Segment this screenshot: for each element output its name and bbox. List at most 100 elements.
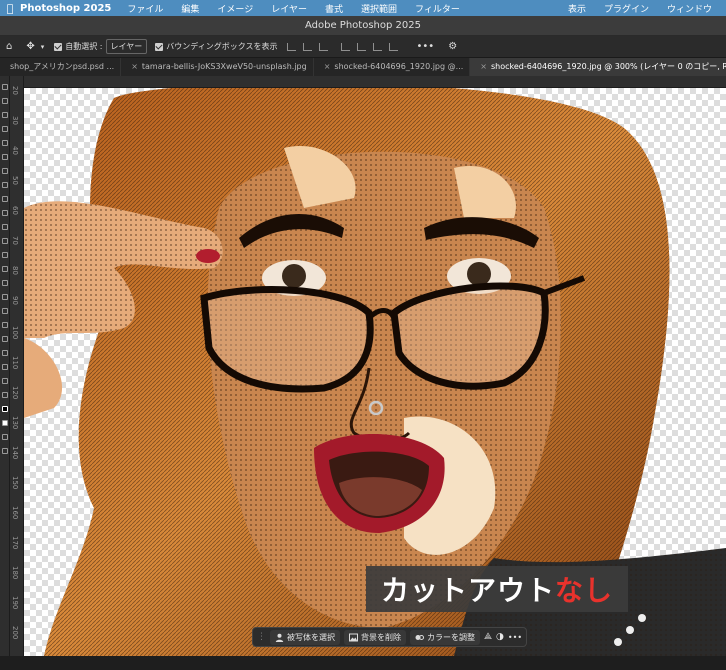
menu-select[interactable]: 選択範囲 — [361, 2, 397, 15]
crop-tool-icon[interactable] — [1, 140, 8, 146]
blur-tool-icon[interactable] — [1, 266, 8, 272]
remove-background-button[interactable]: 背景を削除 — [344, 629, 406, 645]
tab-document-1[interactable]: shop_アメリカンpsd.psd ... — [0, 58, 122, 76]
stamp-tool-icon[interactable] — [1, 210, 8, 216]
ruler-mark: 150 — [11, 476, 19, 490]
contextual-task-bar: ⋮ 被写体を選択 背景を削除 カラーを調整 ⟁ ◑ ••• — [252, 627, 528, 647]
drag-handle-icon[interactable]: ⋮ — [257, 632, 266, 642]
gear-icon[interactable]: ⚙ — [448, 41, 457, 52]
healing-tool-icon[interactable] — [1, 182, 8, 188]
checkbox-icon[interactable] — [155, 42, 164, 51]
gradient-tool-icon[interactable] — [1, 252, 8, 258]
tab-label: shocked-6404696_1920.jpg @ 300% (レイヤー 0 … — [490, 62, 726, 71]
ruler-mark: 170 — [11, 536, 19, 550]
checkbox-icon[interactable] — [54, 42, 63, 51]
vertical-ruler[interactable]: 20 30 40 50 60 70 80 90 100 110 120 130 140 150 160 170… — [10, 76, 24, 656]
bounding-box-label: バウンディングボックスを表示 — [166, 42, 278, 51]
tab-document-active[interactable]: × shocked-6404696_1920.jpg @ 300% (レイヤー 0… — [470, 58, 726, 76]
adjust-color-button[interactable]: カラーを調整 — [410, 629, 480, 645]
edit-toolbar-icon[interactable] — [1, 392, 8, 398]
distribute-icon[interactable] — [389, 42, 399, 51]
menu-view[interactable]: 表示 — [568, 2, 586, 15]
menu-plugins[interactable]: プラグイン — [604, 2, 649, 15]
zoom-tool-icon[interactable] — [1, 364, 8, 370]
menu-type[interactable]: 書式 — [325, 2, 343, 15]
ruler-mark: 190 — [11, 596, 19, 610]
ruler-mark: 180 — [11, 566, 19, 580]
align-middle-icon[interactable] — [357, 42, 367, 51]
status-bar — [0, 656, 726, 670]
move-tool-icon[interactable] — [1, 84, 8, 90]
ruler-mark: 50 — [11, 176, 19, 185]
frame-tool-icon[interactable] — [1, 154, 8, 160]
caption-red-text: なし — [555, 574, 614, 607]
brush-tool-icon[interactable] — [1, 196, 8, 202]
window-title: Adobe Photoshop 2025 — [0, 16, 726, 36]
align-right-icon[interactable] — [319, 42, 329, 51]
tab-document-2[interactable]: × tamara-bellis-JoKS3XweV50-unsplash.jpg — [121, 58, 314, 76]
image-icon — [349, 633, 358, 642]
auto-select-dropdown[interactable]: レイヤー — [105, 39, 148, 54]
quick-select-tool-icon[interactable] — [1, 126, 8, 132]
home-icon[interactable]: ⌂ — [6, 41, 12, 52]
menu-layer[interactable]: レイヤー — [271, 2, 307, 15]
align-left-icon[interactable] — [287, 42, 297, 51]
dodge-tool-icon[interactable] — [1, 280, 8, 286]
bounding-box-checkbox[interactable]: バウンディングボックスを表示 — [155, 41, 277, 52]
history-brush-icon[interactable] — [1, 224, 8, 230]
auto-select-checkbox[interactable]: 自動選択 : レイヤー — [54, 39, 148, 54]
chevron-down-icon[interactable]: ▾ — [41, 43, 45, 51]
pen-tool-icon[interactable] — [1, 294, 8, 300]
tools-panel — [0, 76, 10, 656]
lasso-tool-icon[interactable] — [1, 112, 8, 118]
ruler-mark: 90 — [11, 296, 19, 305]
tab-label: shocked-6404696_1920.jpg @... — [334, 62, 464, 71]
align-center-icon[interactable] — [303, 42, 313, 51]
more-options-icon[interactable]: ••• — [508, 633, 522, 642]
type-tool-icon[interactable] — [1, 308, 8, 314]
app-menu[interactable]: Photoshop 2025 — [20, 3, 111, 14]
remove-background-label: 背景を削除 — [361, 632, 401, 642]
ruler-mark: 70 — [11, 236, 19, 245]
close-icon[interactable]: × — [480, 62, 487, 71]
half-circle-icon[interactable]: ◑ — [496, 632, 504, 642]
foreground-color-swatch[interactable] — [1, 406, 8, 412]
hand-tool-icon[interactable] — [1, 350, 8, 356]
close-icon[interactable]: × — [324, 62, 331, 71]
transform-icon[interactable]: ⟁ — [484, 632, 492, 642]
eraser-tool-icon[interactable] — [1, 238, 8, 244]
background-color-swatch[interactable] — [1, 420, 8, 426]
ruler-mark: 100 — [11, 326, 19, 340]
ruler-mark: 160 — [11, 506, 19, 520]
menu-edit[interactable]: 編集 — [181, 2, 199, 15]
screen-mode-icon[interactable] — [1, 448, 8, 454]
ruler-mark: 30 — [11, 116, 19, 125]
close-icon[interactable]: × — [131, 62, 138, 71]
menu-window[interactable]: ウィンドウ — [667, 2, 712, 15]
overlay-caption: カットアウト なし — [366, 566, 628, 612]
color-adjust-icon — [415, 633, 424, 642]
align-buttons[interactable] — [287, 42, 399, 51]
auto-select-label: 自動選択 : — [65, 42, 103, 51]
more-tools-icon[interactable] — [1, 378, 8, 384]
tab-document-3[interactable]: × shocked-6404696_1920.jpg @... — [314, 58, 471, 76]
align-bottom-icon[interactable] — [373, 42, 383, 51]
person-icon — [275, 633, 284, 642]
eyedropper-tool-icon[interactable] — [1, 168, 8, 174]
horizontal-ruler[interactable] — [24, 76, 726, 88]
align-top-icon[interactable] — [341, 42, 351, 51]
menu-bar:  Photoshop 2025 ファイル 編集 イメージ レイヤー 書式 選択… — [0, 0, 726, 16]
more-options-icon[interactable]: ••• — [416, 41, 434, 52]
menu-image[interactable]: イメージ — [217, 2, 253, 15]
path-select-icon[interactable] — [1, 322, 8, 328]
quick-mask-icon[interactable] — [1, 434, 8, 440]
menu-filter[interactable]: フィルター — [415, 2, 460, 15]
marquee-tool-icon[interactable] — [1, 98, 8, 104]
move-tool-icon[interactable]: ✥ — [26, 41, 34, 52]
menu-file[interactable]: ファイル — [127, 2, 163, 15]
ruler-mark: 20 — [11, 86, 19, 95]
select-subject-button[interactable]: 被写体を選択 — [270, 629, 340, 645]
shape-tool-icon[interactable] — [1, 336, 8, 342]
options-bar: ⌂ ✥ ▾ 自動選択 : レイヤー バウンディングボックスを表示 ••• ⚙ — [0, 36, 726, 58]
apple-icon[interactable]:  — [0, 2, 20, 15]
